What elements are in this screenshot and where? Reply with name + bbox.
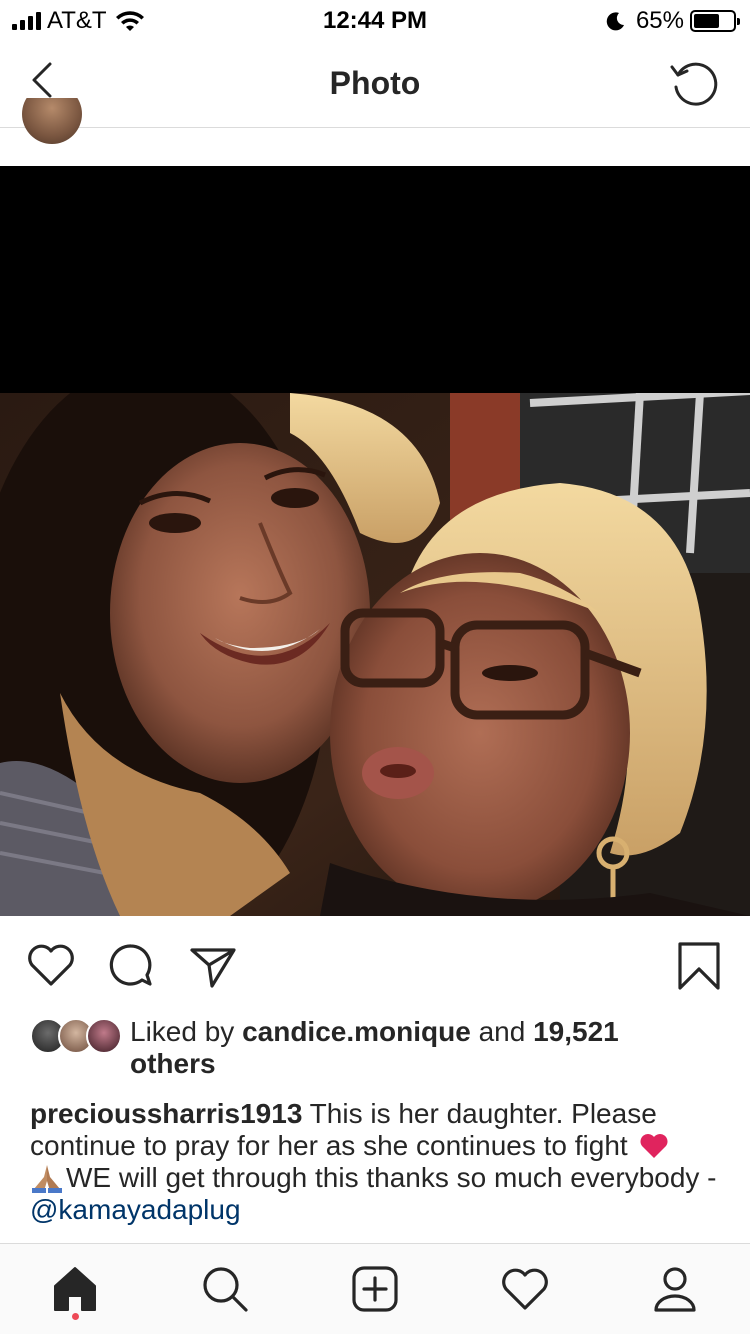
tab-new-post[interactable]	[348, 1262, 402, 1316]
likes-middle: and	[470, 1016, 534, 1047]
caption-text-2: WE will get through this thanks so much …	[66, 1162, 717, 1193]
status-bar: AT&T 12:44 PM 65%	[0, 0, 750, 40]
liker-avatar	[86, 1018, 122, 1054]
battery-icon	[690, 10, 740, 32]
caption-mention[interactable]: @kamayadaplug	[30, 1194, 241, 1225]
post-actions	[0, 930, 750, 1000]
photo-black-area	[0, 166, 750, 393]
new-post-icon	[352, 1266, 398, 1312]
heart-outline-icon[interactable]	[24, 938, 78, 992]
nav-bar: Photo	[0, 40, 750, 128]
battery-fill	[694, 14, 719, 28]
search-icon	[203, 1267, 248, 1312]
likes-prefix: Liked by	[130, 1016, 243, 1047]
post-caption: precioussharris1913 This is her daughter…	[30, 1098, 720, 1226]
red-heart-emoji-icon	[640, 1134, 668, 1158]
tab-search[interactable]	[198, 1262, 252, 1316]
comment-icon[interactable]	[104, 938, 158, 992]
caption-username[interactable]: precioussharris1913	[30, 1098, 302, 1129]
photo-selfie	[0, 393, 750, 916]
tab-activity[interactable]	[498, 1262, 552, 1316]
direct-share-icon[interactable]	[186, 938, 240, 992]
tab-profile[interactable]	[648, 1262, 702, 1316]
profile-icon	[654, 1267, 696, 1312]
refresh-icon[interactable]	[668, 57, 720, 109]
photo-image	[0, 393, 750, 916]
liker-avatars	[30, 1018, 122, 1058]
moon-icon	[606, 12, 624, 31]
likes-row[interactable]: Liked by candice.monique and 19,521 other…	[30, 1016, 720, 1080]
likes-count[interactable]: 19,521	[533, 1016, 619, 1047]
bookmark-icon[interactable]	[672, 938, 726, 992]
post-author-avatar[interactable]	[22, 98, 82, 144]
notification-dot	[72, 1313, 79, 1320]
tab-bar	[0, 1243, 750, 1334]
post-photo[interactable]	[0, 166, 750, 916]
folded-hands-emoji-icon	[32, 1165, 62, 1193]
likes-suffix[interactable]: others	[130, 1048, 216, 1079]
status-right: 65%	[606, 6, 740, 36]
liker-username[interactable]: candice.monique	[242, 1016, 471, 1047]
battery-percent: 65%	[635, 7, 684, 34]
activity-icon	[502, 1268, 548, 1310]
tab-home[interactable]	[48, 1262, 102, 1316]
battery-nub	[737, 18, 740, 25]
page-title: Photo	[329, 65, 421, 101]
home-icon	[54, 1267, 96, 1311]
likes-text: Liked by candice.monique and 19,521 other…	[130, 1016, 720, 1080]
